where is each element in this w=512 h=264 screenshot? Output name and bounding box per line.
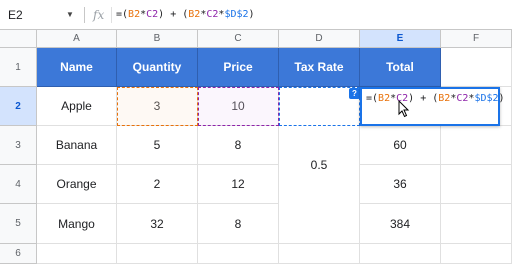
cell-f6[interactable] — [441, 244, 512, 264]
row-header-2[interactable]: 2 — [0, 87, 37, 126]
cell-price[interactable]: 10 — [198, 87, 279, 126]
name-box-dropdown-icon[interactable]: ▼ — [66, 5, 74, 25]
cell-a6[interactable] — [37, 244, 117, 264]
column-header-f[interactable]: F — [441, 30, 512, 48]
formula-help-icon[interactable]: ? — [349, 88, 360, 99]
cell-f4[interactable] — [441, 165, 512, 204]
cell-total[interactable]: 60 — [360, 126, 441, 165]
column-header-b[interactable]: B — [117, 30, 198, 48]
editor-ref-d2: $D$2 — [474, 93, 499, 104]
cell-name[interactable]: Mango — [37, 204, 117, 244]
cell-quantity[interactable]: 32 — [117, 204, 198, 244]
header-cell-tax-rate[interactable]: Tax Rate — [279, 48, 360, 87]
cell-quantity[interactable]: 5 — [117, 126, 198, 165]
row-header-3[interactable]: 3 — [0, 126, 37, 165]
cell-tax-rate[interactable]: 0.5 — [279, 87, 360, 244]
cell-quantity[interactable]: 3 — [117, 87, 198, 126]
cell-f1[interactable] — [441, 48, 512, 87]
cell-b6[interactable] — [117, 244, 198, 264]
editor-ref-b2: B2 — [438, 93, 451, 104]
header-cell-quantity[interactable]: Quantity — [117, 48, 198, 87]
formula-text: =( — [116, 9, 129, 20]
column-header-d[interactable]: D — [279, 30, 360, 48]
formula-bar-divider — [84, 7, 85, 23]
cell-d6[interactable] — [279, 244, 360, 264]
cell-name[interactable]: Orange — [37, 165, 117, 204]
row-header-1[interactable]: 1 — [0, 48, 37, 87]
editor-ref-b2: B2 — [378, 93, 391, 104]
formula-ref-d2: $D$2 — [224, 9, 249, 20]
cell-c6[interactable] — [198, 244, 279, 264]
row-header-4[interactable]: 4 — [0, 165, 37, 204]
fx-icon: fx — [93, 8, 105, 22]
column-header-e[interactable]: E — [360, 30, 441, 48]
formula-input[interactable]: =(B2*C2) + (B2*C2*$D$2) — [116, 5, 255, 25]
editor-text: =( — [366, 93, 379, 104]
cell-f3[interactable] — [441, 126, 512, 165]
row-header-5[interactable]: 5 — [0, 204, 37, 244]
cell-name[interactable]: Apple — [37, 87, 117, 126]
editor-text: ) + ( — [408, 93, 439, 104]
cell-editor[interactable]: =(B2*C2) + (B2*C2*$D$2) — [360, 87, 505, 126]
header-cell-price[interactable]: Price — [198, 48, 279, 87]
column-header-a[interactable]: A — [37, 30, 117, 48]
formula-ref-b2: B2 — [188, 9, 201, 20]
formula-ref-b2: B2 — [128, 9, 141, 20]
cell-price[interactable]: 8 — [198, 126, 279, 165]
cell-f5[interactable] — [441, 204, 512, 244]
select-all-corner[interactable] — [0, 30, 37, 48]
formula-text: ) + ( — [158, 9, 189, 20]
cell-price[interactable]: 8 — [198, 204, 279, 244]
formula-ref-c2: C2 — [206, 9, 219, 20]
cell-price[interactable]: 12 — [198, 165, 279, 204]
row-header-6[interactable]: 6 — [0, 244, 37, 264]
editor-ref-c2: C2 — [456, 93, 469, 104]
cell-quantity[interactable]: 2 — [117, 165, 198, 204]
formula-ref-c2: C2 — [146, 9, 159, 20]
mouse-pointer-icon — [398, 100, 410, 118]
cell-total[interactable]: 36 — [360, 165, 441, 204]
cell-total[interactable]: 384 — [360, 204, 441, 244]
formula-bar-divider-2 — [111, 7, 112, 23]
header-cell-name[interactable]: Name — [37, 48, 117, 87]
formula-bar: E2 ▼ fx =(B2*C2) + (B2*C2*$D$2) — [0, 0, 512, 30]
cell-e6[interactable] — [360, 244, 441, 264]
column-header-c[interactable]: C — [198, 30, 279, 48]
formula-text: ) — [248, 9, 255, 20]
editor-text: ) — [498, 93, 505, 104]
header-cell-total[interactable]: Total — [360, 48, 441, 87]
cell-name[interactable]: Banana — [37, 126, 117, 165]
